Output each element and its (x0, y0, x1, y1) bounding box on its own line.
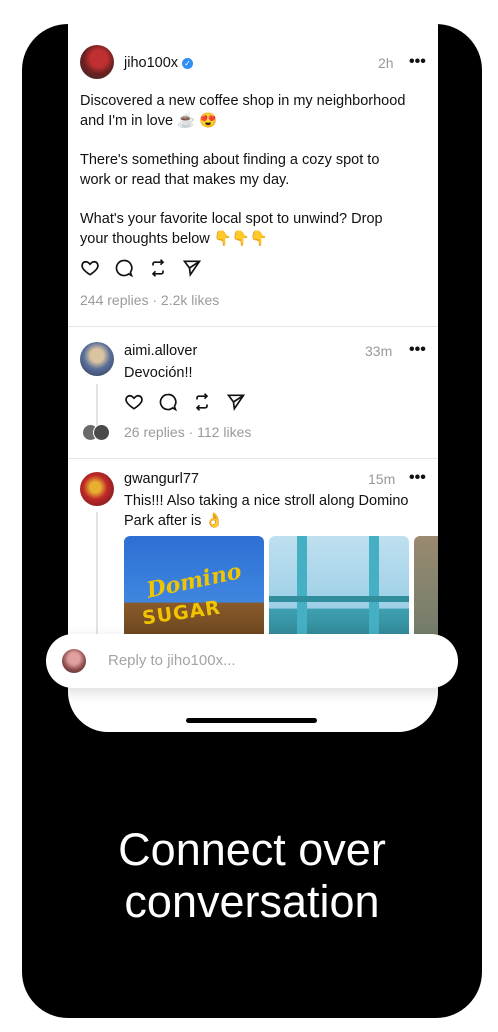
reply-post: aimi.allover 33m ••• Devoción!! 26 repli… (68, 326, 438, 459)
share-icon[interactable] (182, 258, 202, 278)
post-text-line: Park after is 👌 (124, 513, 224, 529)
post-text-line: This!!! Also taking a nice stroll along … (124, 493, 409, 509)
reply-avatars (82, 424, 112, 441)
home-indicator (186, 718, 317, 723)
heart-icon[interactable] (124, 392, 144, 412)
post-username[interactable]: gwangurl77 (124, 471, 199, 487)
post-time: 33m (365, 343, 393, 359)
post-text: This!!! Also taking a nice stroll along … (124, 491, 434, 531)
post-text-gap (80, 190, 430, 209)
post-stats[interactable]: 244 replies · 2.2k likes (80, 292, 219, 308)
avatar[interactable] (80, 45, 114, 79)
post-time: 2h (378, 55, 394, 71)
avatar (93, 424, 110, 441)
promo-card: jiho100x ✓ 2h ••• Discovered a new coffee… (22, 24, 482, 1018)
reply-post: gwangurl77 15m ••• This!!! Also taking a… (68, 458, 438, 732)
reply-placeholder[interactable]: Reply to jiho100x... (108, 652, 236, 669)
post-text-line: There's something about finding a cozy s… (80, 152, 380, 168)
heart-icon[interactable] (80, 258, 100, 278)
post-text-line: work or read that makes my day. (80, 172, 290, 188)
repost-icon[interactable] (148, 258, 168, 278)
post-stats[interactable]: 26 replies · 112 likes (124, 424, 251, 440)
reply-input[interactable]: Reply to jiho100x... (46, 634, 458, 688)
username-text[interactable]: jiho100x (124, 55, 178, 71)
avatar[interactable] (80, 342, 114, 376)
post-text-line: What's your favorite local spot to unwin… (80, 211, 383, 227)
more-icon[interactable]: ••• (409, 341, 426, 359)
post-text: Discovered a new coffee shop in my neigh… (80, 91, 430, 249)
post-username[interactable]: aimi.allover (124, 343, 197, 359)
post-text-line: and I'm in love ☕️ 😍 (80, 113, 218, 129)
more-icon[interactable]: ••• (409, 469, 426, 487)
post-actions (80, 258, 202, 278)
verified-icon: ✓ (182, 58, 194, 69)
photo-sign-text: Domino (144, 558, 244, 604)
post-text: Devoción!! (124, 365, 193, 381)
comment-icon[interactable] (114, 258, 134, 278)
main-post: jiho100x ✓ 2h ••• Discovered a new coffee… (68, 24, 438, 327)
avatar (62, 649, 86, 673)
share-icon[interactable] (226, 392, 246, 412)
tagline-line: Connect over (118, 824, 386, 875)
post-text-line: your thoughts below 👇👇👇 (80, 231, 268, 247)
post-text-gap (80, 131, 430, 150)
tagline-line: conversation (124, 876, 380, 927)
photo-crane-beam (269, 596, 409, 602)
phone-screen: jiho100x ✓ 2h ••• Discovered a new coffee… (68, 24, 438, 732)
repost-icon[interactable] (192, 392, 212, 412)
post-username[interactable]: jiho100x ✓ (124, 55, 194, 71)
post-actions (124, 392, 246, 412)
more-icon[interactable]: ••• (409, 53, 426, 71)
avatar[interactable] (80, 472, 114, 506)
comment-icon[interactable] (158, 392, 178, 412)
post-time: 15m (368, 471, 396, 487)
post-text-line: Discovered a new coffee shop in my neigh… (80, 93, 406, 109)
tagline: Connect over conversation (22, 824, 482, 928)
